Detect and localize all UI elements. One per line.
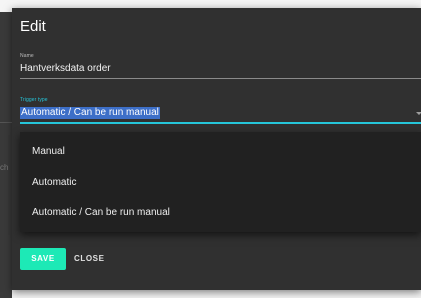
trigger-type-underline bbox=[20, 122, 421, 124]
name-input[interactable]: Hantverksdata order bbox=[20, 63, 111, 74]
edit-dialog: Edit Name Hantverksdata order Trigger ty… bbox=[12, 8, 421, 290]
app-frame: ch Edit Name Hantverksdata order Trigger… bbox=[0, 0, 421, 298]
background-partial-text: ch bbox=[0, 163, 9, 172]
dialog-title: Edit bbox=[20, 18, 46, 35]
background-divider bbox=[0, 122, 12, 123]
trigger-type-menu: Manual Automatic Automatic / Can be run … bbox=[20, 132, 421, 232]
menu-option-automatic-can-be-run-manual[interactable]: Automatic / Can be run manual bbox=[32, 207, 170, 218]
menu-option-manual[interactable]: Manual bbox=[32, 146, 65, 157]
save-button[interactable]: SAVE bbox=[20, 248, 66, 270]
menu-option-automatic[interactable]: Automatic bbox=[32, 177, 76, 188]
dropdown-arrow-icon[interactable] bbox=[416, 112, 421, 115]
close-button[interactable]: CLOSE bbox=[74, 248, 105, 270]
trigger-type-label: Trigger type bbox=[20, 97, 48, 103]
name-input-underline bbox=[20, 78, 421, 79]
page-backdrop-left bbox=[0, 12, 12, 298]
name-field-label: Name bbox=[20, 53, 34, 59]
trigger-type-select[interactable]: Automatic / Can be run manual bbox=[20, 107, 160, 119]
